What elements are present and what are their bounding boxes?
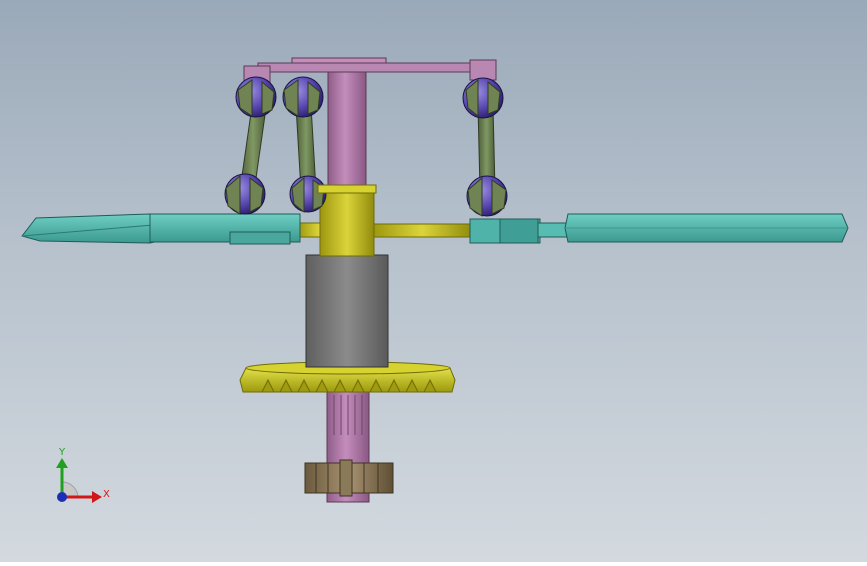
cad-viewport[interactable]: Y X [0,0,867,562]
joint-upper-middle[interactable] [282,76,324,118]
triad-y-arrowhead [56,458,68,468]
motor-housing[interactable] [305,254,389,368]
triad-z-axis [57,492,67,502]
joint-lower-left[interactable] [224,173,266,215]
pinion-gear[interactable] [304,459,394,497]
right-arm-rod[interactable] [371,223,473,238]
hub-collar [317,184,377,194]
main-shaft[interactable] [327,64,367,190]
model-canvas[interactable]: Y X [0,0,867,562]
left-blade[interactable] [21,213,301,245]
joint-upper-left[interactable] [235,65,277,118]
top-crossbar[interactable] [257,62,495,73]
joint-lower-middle[interactable] [289,175,327,214]
coordinate-triad: Y X [56,447,110,503]
triad-y-label: Y [58,447,66,458]
joint-lower-right[interactable] [466,175,508,217]
triad-x-arrowhead [92,491,102,503]
right-blade[interactable] [469,213,849,244]
central-hub[interactable] [319,187,375,257]
triad-x-label: X [103,489,110,500]
